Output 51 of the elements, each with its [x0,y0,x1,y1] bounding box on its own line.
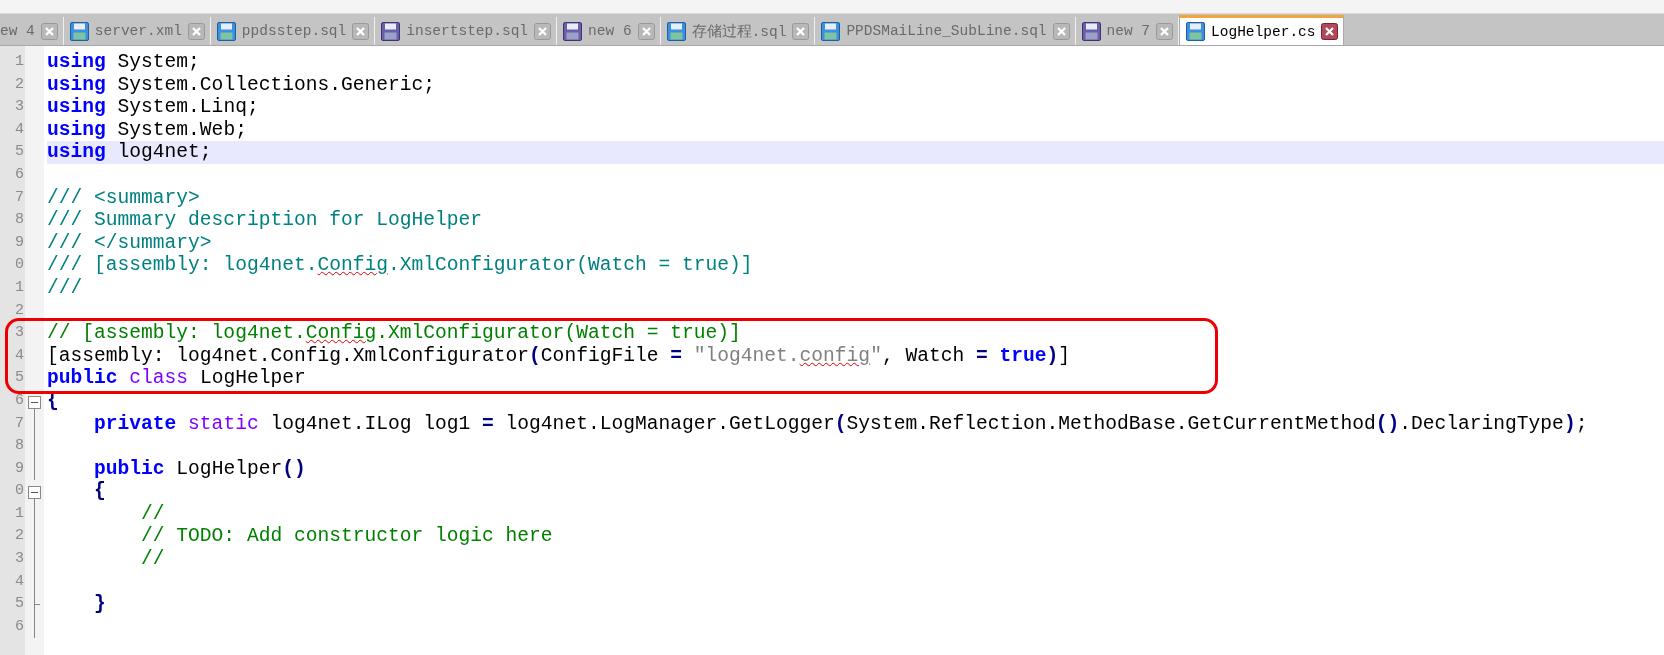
line-number: 1 [15,503,25,524]
line-number: 0 [15,255,25,276]
line-number: 6 [15,616,25,637]
code-line: // [assembly: log4net.Config.XmlConfigurator(Watch = true)] [47,322,741,345]
close-icon[interactable] [1321,23,1339,40]
code-line: /// [47,276,83,300]
file-tab[interactable]: LogHelper.cs [1179,15,1345,45]
file-tab[interactable]: ew 4 [0,17,64,45]
fold-collapse-icon[interactable] [28,395,41,413]
line-number: 4 [15,571,25,592]
code-line: public LogHelper() [93,457,306,481]
line-number: 3 [15,323,25,344]
code-line: private static log4net.ILog log1 = log4net.LogManager.GetLogger(System.Reflection.MethodBase.GetCurrentMethod().DeclaringType); [93,412,1588,436]
code-line: /// </summary> [47,231,212,255]
line-number: 5 [15,594,25,615]
code-line: /// Summary description for LogHelper [47,209,483,232]
code-line: using System; [47,51,200,74]
fold-collapse-icon[interactable] [28,486,41,504]
line-number: 4 [15,345,25,366]
line-number: 9 [15,458,25,479]
code-line: { [93,480,106,503]
line-number: 2 [15,74,25,95]
line-number: 6 [15,164,25,185]
code-line: /// [assembly: log4net.Config.XmlConfigurator(Watch = true)] [47,254,753,277]
line-number: 7 [15,187,25,208]
line-number: 5 [15,142,25,163]
code-line: // [140,502,165,526]
code-line: public class LogHelper [47,367,306,390]
line-number: 3 [15,97,25,118]
line-number: 0 [15,481,25,502]
line-number: 6 [15,390,25,411]
line-number: 7 [15,413,25,434]
code-line: /// <summary> [47,186,200,210]
line-number: 8 [15,436,25,457]
code-line: using System.Web; [47,118,247,142]
code-line: using System.Linq; [47,96,259,119]
line-number: 4 [15,119,25,140]
line-number: 2 [15,526,25,547]
line-number: 1 [15,52,25,72]
code-line: // [140,548,165,571]
line-number: 9 [15,232,25,253]
line-number: 2 [15,300,25,321]
code-line: } [93,593,106,616]
code-line: // TODO: Add constructor logic here [140,525,553,549]
code-line: using System.Collections.Generic; [47,73,436,97]
line-number: 1 [15,277,25,298]
code-line: [assembly: log4net.Config.XmlConfigurator(ConfigFile = "log4net.config", Watch = true)] [47,344,1071,368]
code-line: using log4net; [47,141,212,164]
line-number: 3 [15,549,25,570]
line-number: 8 [15,210,25,231]
line-number: 5 [15,368,25,389]
